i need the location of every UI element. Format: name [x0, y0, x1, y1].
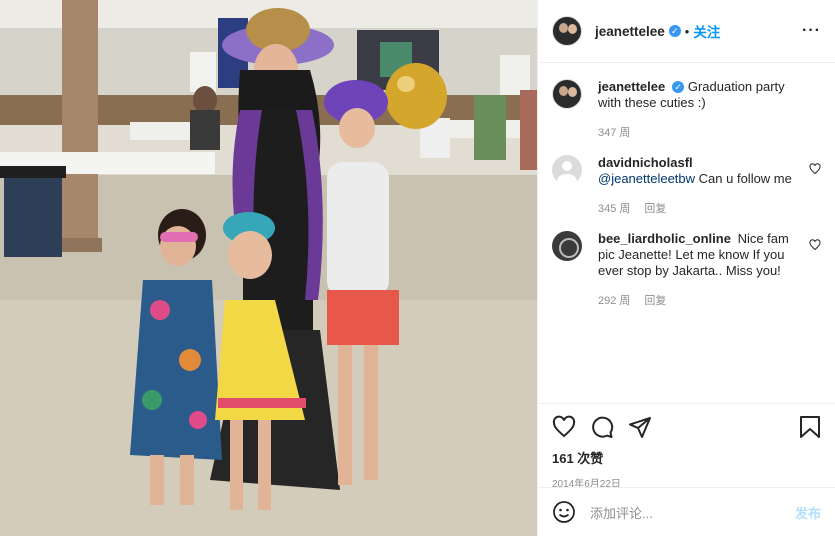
comment-text: Can u follow me: [695, 171, 792, 186]
reply-button[interactable]: 回复: [644, 201, 666, 217]
reply-button[interactable]: 回复: [644, 293, 666, 309]
author-username[interactable]: jeanettelee: [595, 24, 665, 39]
follow-button[interactable]: 关注: [693, 21, 720, 41]
likes-count[interactable]: 161 次赞: [552, 448, 821, 467]
comment-body: bee_liardholic_online Nice fam pic Jeane…: [598, 231, 821, 309]
caption-username[interactable]: jeanettelee: [598, 79, 665, 94]
share-icon[interactable]: [628, 415, 652, 439]
caption-row: jeanettelee ✓ Graduation party with these…: [552, 79, 821, 141]
verified-badge-icon: ✓: [668, 25, 681, 37]
comment-like-heart-icon[interactable]: [809, 239, 821, 251]
comments-list: jeanettelee ✓ Graduation party with these…: [538, 63, 835, 403]
commenter-avatar[interactable]: [552, 155, 582, 185]
comment-meta: 345 周 回复: [598, 201, 792, 217]
more-options-icon[interactable]: ···: [802, 22, 821, 40]
instagram-post-modal: jeanettelee ✓ • 关注 ··· jeanettelee ✓ Grad…: [0, 0, 835, 536]
caption-author-avatar[interactable]: [552, 79, 582, 109]
post-header: jeanettelee ✓ • 关注 ···: [538, 0, 835, 63]
family-photo-illustration: [0, 0, 537, 536]
bookmark-icon[interactable]: [799, 415, 821, 439]
comment-icon[interactable]: [590, 415, 614, 439]
post-actions: 161 次赞 2014年6月22日: [538, 403, 835, 490]
emoji-icon[interactable]: [552, 500, 576, 524]
comment-meta: 292 周 回复: [598, 293, 795, 309]
post-side-panel: jeanettelee ✓ • 关注 ··· jeanettelee ✓ Grad…: [537, 0, 835, 536]
comment-username[interactable]: bee_liardholic_online: [598, 231, 731, 246]
heart-icon[interactable]: [552, 415, 576, 439]
comment-time[interactable]: 345 周: [598, 201, 630, 217]
caption-meta: 347 周: [598, 125, 795, 141]
verified-badge-icon: ✓: [672, 81, 685, 93]
header-separator: •: [684, 23, 690, 39]
comment-username[interactable]: davidnicholasfl: [598, 155, 693, 170]
comment-row: bee_liardholic_online Nice fam pic Jeane…: [552, 231, 821, 309]
caption-body: jeanettelee ✓ Graduation party with these…: [598, 79, 821, 141]
add-comment-input[interactable]: 添加评论...: [590, 503, 653, 522]
author-avatar[interactable]: [552, 16, 582, 46]
caption-time[interactable]: 347 周: [598, 125, 630, 141]
comment-time[interactable]: 292 周: [598, 293, 630, 309]
post-photo[interactable]: [0, 0, 537, 536]
post-comment-button[interactable]: 发布: [795, 503, 821, 522]
comment-like-heart-icon[interactable]: [809, 163, 821, 175]
comment-row: davidnicholasfl @jeanetteleetbw Can u fo…: [552, 155, 821, 217]
action-icons-row: [552, 412, 821, 442]
comment-mention[interactable]: @jeanetteleetbw: [598, 171, 695, 186]
commenter-avatar[interactable]: [552, 231, 582, 261]
comment-body: davidnicholasfl @jeanetteleetbw Can u fo…: [598, 155, 818, 217]
add-comment-bar: 添加评论... 发布: [538, 487, 835, 536]
